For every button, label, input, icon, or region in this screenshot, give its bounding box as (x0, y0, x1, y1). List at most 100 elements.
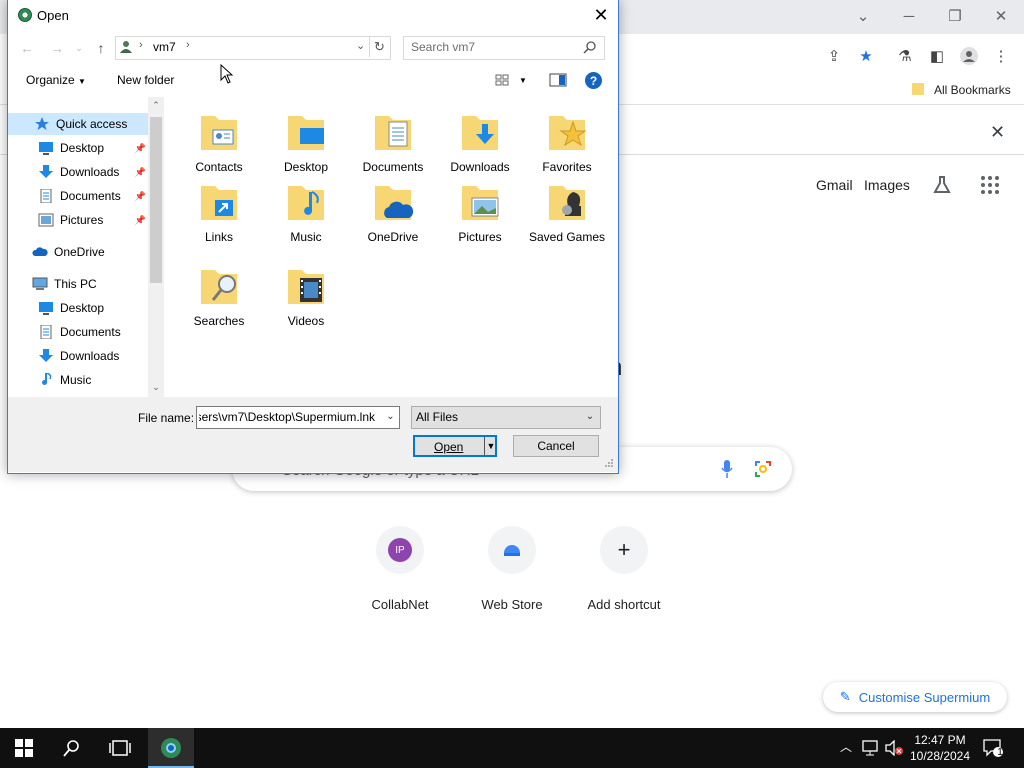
breadcrumb-chevron-icon[interactable]: › (186, 39, 190, 51)
download-icon (39, 165, 53, 178)
search-taskbar-button[interactable] (50, 728, 94, 768)
nav-pictures[interactable]: Pictures 📌 (8, 209, 148, 231)
folder-links[interactable]: Links (179, 178, 259, 245)
preview-pane-icon[interactable] (549, 72, 567, 88)
cloud-icon (32, 247, 48, 256)
folder-favorites[interactable]: Favorites (527, 108, 607, 175)
customise-button[interactable]: ✎ Customise Supermium (823, 682, 1007, 712)
folder-searches[interactable]: Searches (179, 262, 259, 329)
nav-quick-access[interactable]: Quick access (8, 113, 148, 135)
dialog-close-button[interactable]: ✕ (590, 4, 612, 26)
notification-count-badge: 1 (997, 747, 1003, 758)
folder-saved-games[interactable]: Saved Games (527, 178, 607, 245)
nav-onedrive[interactable]: OneDrive (8, 241, 148, 263)
show-hidden-icons-chevron-icon[interactable]: ︿ (840, 738, 852, 755)
folder-label: Searches (193, 314, 245, 328)
open-dropdown-icon[interactable]: ▼ (486, 437, 496, 455)
side-panel-icon[interactable]: ◧ (924, 44, 950, 68)
share-icon[interactable]: ⇪ (821, 44, 847, 68)
shortcut-web-store[interactable]: Web Store (462, 526, 562, 612)
organize-dropdown-icon: ▼ (78, 77, 86, 86)
folder-desktop[interactable]: Desktop (266, 108, 346, 175)
folder-downloads[interactable]: Downloads (440, 108, 520, 175)
taskbar-clock[interactable]: 12:47 PM 10/28/2024 (904, 732, 976, 764)
start-button[interactable] (2, 728, 46, 768)
folder-documents[interactable]: Documents (353, 108, 433, 175)
more-menu-icon[interactable]: ⋮ (988, 44, 1014, 68)
shortcut-collabnet[interactable]: IP CollabNet (350, 526, 450, 612)
search-icon[interactable] (583, 40, 597, 54)
nav-label: OneDrive (54, 245, 105, 259)
search-placeholder: Search vm7 (411, 40, 476, 54)
refresh-icon[interactable]: ↻ (369, 37, 389, 57)
breadcrumb-chevron-icon: › (139, 39, 143, 51)
nav-pc-desktop[interactable]: Desktop (8, 297, 148, 319)
nav-label: Pictures (60, 213, 104, 227)
volume-muted-icon[interactable] (884, 740, 904, 756)
pin-icon: 📌 (134, 190, 146, 201)
voice-search-icon[interactable] (720, 459, 734, 479)
desktop-icon (39, 142, 53, 155)
resize-grip-icon[interactable] (604, 458, 614, 468)
images-link[interactable]: Images (864, 177, 910, 193)
nav-pc-music[interactable]: Music (8, 369, 148, 391)
file-type-dropdown-icon[interactable]: ⌄ (583, 407, 597, 426)
view-dropdown-icon[interactable]: ▼ (519, 76, 527, 85)
infobar-close-icon[interactable]: ✕ (990, 122, 1005, 143)
google-lens-icon[interactable] (754, 460, 772, 478)
network-icon[interactable] (862, 740, 880, 756)
labs-flask-icon[interactable] (932, 175, 952, 195)
organize-menu[interactable]: Organize ▼ (26, 73, 86, 87)
all-bookmarks-link[interactable]: All Bookmarks (934, 83, 1011, 97)
back-arrow-icon[interactable]: ← (16, 38, 38, 58)
gmail-link[interactable]: Gmail (816, 177, 853, 193)
nav-documents[interactable]: Documents 📌 (8, 185, 148, 207)
restore-button[interactable]: ❐ (937, 4, 973, 28)
nav-label: This PC (54, 277, 97, 291)
favorites-folder-icon (549, 116, 587, 150)
plus-icon: + (617, 537, 631, 562)
folder-label: Videos (287, 314, 325, 328)
nav-this-pc[interactable]: This PC (8, 273, 148, 295)
nav-pc-documents[interactable]: Documents (8, 321, 148, 343)
file-type-value: All Files (416, 410, 459, 424)
dialog-titlebar[interactable] (8, 0, 618, 31)
help-icon[interactable]: ? (585, 72, 602, 89)
nav-label: Music (60, 373, 92, 387)
folder-music[interactable]: Music (266, 178, 346, 245)
clock-date: 10/28/2024 (909, 749, 971, 763)
google-apps-icon[interactable] (981, 176, 999, 194)
cancel-button[interactable]: Cancel (513, 435, 599, 457)
music-icon (42, 373, 52, 385)
new-folder-button[interactable]: New folder (117, 73, 174, 87)
scroll-up-icon[interactable]: ⌃ (150, 99, 162, 111)
profile-avatar-icon[interactable] (956, 44, 982, 68)
file-name-dropdown-icon[interactable]: ⌄ (382, 407, 399, 426)
nav-desktop[interactable]: Desktop 📌 (8, 137, 148, 159)
file-name-value[interactable]: C:\Users\vm7\Desktop\Supermium.lnk" (199, 410, 375, 424)
nav-scroll-thumb[interactable] (150, 117, 162, 283)
address-dropdown-icon[interactable]: ⌄ (356, 39, 365, 52)
tab-search-chevron-icon[interactable]: ⌄ (845, 4, 881, 28)
folder-contacts[interactable]: Contacts (179, 108, 259, 175)
shortcut-add[interactable]: + Add shortcut (574, 526, 674, 612)
folder-onedrive[interactable]: OneDrive (353, 178, 433, 245)
scroll-down-icon[interactable]: ⌄ (150, 381, 162, 393)
bookmark-star-icon[interactable]: ★ (853, 44, 879, 68)
task-view-button[interactable] (98, 728, 142, 768)
breadcrumb-segment[interactable]: vm7 (153, 40, 176, 54)
recent-locations-chevron-icon[interactable]: ⌄ (68, 38, 90, 58)
up-arrow-icon[interactable]: ↑ (90, 38, 112, 58)
folder-label: Pictures (458, 230, 502, 244)
folder-label: Documents (362, 160, 424, 174)
pin-icon: 📌 (134, 214, 146, 225)
minimize-button[interactable]: ─ (891, 4, 927, 28)
nav-downloads[interactable]: Downloads 📌 (8, 161, 148, 183)
nav-pc-downloads[interactable]: Downloads (8, 345, 148, 367)
change-view-icon[interactable] (494, 72, 512, 88)
close-window-button[interactable]: ✕ (983, 4, 1019, 28)
extensions-icon[interactable]: ⚗ (892, 44, 918, 68)
folder-pictures[interactable]: Pictures (440, 178, 520, 245)
folder-videos[interactable]: Videos (266, 262, 346, 329)
forward-arrow-icon[interactable]: → (46, 38, 68, 58)
